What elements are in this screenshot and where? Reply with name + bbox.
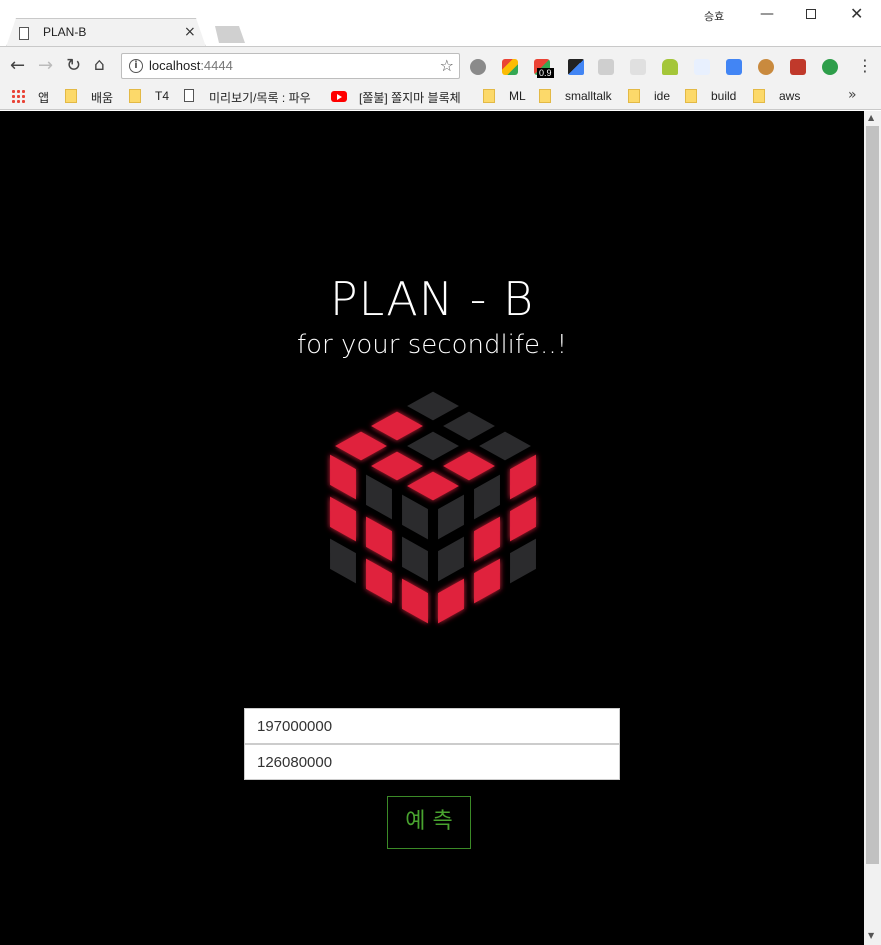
bookmark-folder[interactable]: T4 (155, 89, 169, 103)
cube-tile-lit (335, 431, 387, 461)
bookmark-page[interactable]: 미리보기/목록 : 파우 (209, 89, 321, 106)
bookmark-folder[interactable]: ML (509, 89, 526, 103)
bookmark-folder[interactable]: aws (779, 89, 800, 103)
cube-tile (366, 474, 392, 520)
screen-extension-icon[interactable] (630, 59, 646, 75)
folder-icon (65, 89, 77, 103)
new-tab-button[interactable] (215, 26, 245, 43)
bookmarks-overflow-icon[interactable]: » (848, 87, 857, 103)
cube-tile-lit (402, 578, 428, 624)
bookmark-folder[interactable]: ide (654, 89, 670, 103)
apps-icon[interactable] (11, 89, 25, 103)
folder-icon (483, 89, 495, 103)
page-icon (19, 27, 29, 40)
browser-tab[interactable] (6, 18, 206, 47)
menu-icon[interactable]: ⋮ (857, 56, 873, 75)
folder-icon (539, 89, 551, 103)
cube-tile (407, 431, 459, 461)
folder-icon (129, 89, 141, 103)
cube-tile-lit (510, 454, 536, 500)
doc-extension-icon[interactable] (694, 59, 710, 75)
forward-icon[interactable]: → (38, 55, 53, 76)
cube-tile-lit (407, 471, 459, 501)
title-bar: PLAN-B × 승효 — ✕ (0, 0, 881, 47)
translate-extension-icon[interactable] (726, 59, 742, 75)
cube-tile (474, 474, 500, 520)
cube-tile-lit (330, 496, 356, 542)
folder-icon (628, 89, 640, 103)
profile-button[interactable]: 승효 (704, 8, 724, 24)
cube-tile-lit (366, 558, 392, 604)
cube-tile-lit (371, 451, 423, 481)
back-icon[interactable]: ← (10, 55, 25, 76)
bookmark-folder[interactable]: build (711, 89, 736, 103)
globe-extension-icon[interactable] (822, 59, 838, 75)
scrollbar-thumb[interactable] (866, 126, 879, 864)
address-bar[interactable]: i localhost:4444 ☆ (121, 53, 460, 79)
settings-extension-icon[interactable] (470, 59, 486, 75)
predict-button[interactable]: 예 측 (387, 796, 471, 849)
window-close-icon[interactable]: ✕ (850, 4, 863, 23)
cube-tile (330, 538, 356, 584)
number-input-2[interactable] (244, 744, 620, 780)
cube-tile-lit (371, 411, 423, 441)
cube-tile (402, 536, 428, 582)
scroll-down-icon[interactable]: ▼ (868, 931, 874, 940)
cube-tile (407, 391, 459, 421)
color-extension-icon[interactable] (502, 59, 518, 75)
number-input-1[interactable] (244, 708, 620, 744)
bookmark-apps[interactable]: 앱 (38, 89, 49, 106)
cube-tile (510, 538, 536, 584)
scroll-up-icon[interactable]: ▲ (868, 113, 874, 122)
page-icon (184, 89, 194, 102)
ex-extension-icon[interactable] (598, 59, 614, 75)
cube-tile-lit (510, 496, 536, 542)
cube-tile (402, 494, 428, 540)
android-extension-icon[interactable] (662, 59, 678, 75)
browser-toolbar: ← → ↻ ⌂ i localhost:4444 ☆ 0.9 ⋮ (0, 46, 881, 84)
maximize-icon[interactable] (806, 9, 816, 19)
bookmark-folder[interactable]: 배움 (91, 89, 113, 106)
minimize-icon[interactable]: — (760, 6, 774, 22)
cookie-extension-icon[interactable] (758, 59, 774, 75)
browser-window: PLAN-B × 승효 — ✕ ← → ↻ ⌂ i localhost:4444… (0, 0, 881, 945)
page-title: PLAN - B (329, 272, 535, 326)
folder-icon (753, 89, 765, 103)
folder-icon (685, 89, 697, 103)
cube-tile (438, 494, 464, 540)
extension-badge: 0.9 (537, 68, 554, 78)
cube-tile-lit (438, 578, 464, 624)
reload-icon[interactable]: ↻ (66, 55, 81, 76)
page-subtitle: for your secondlife..! (296, 330, 568, 360)
cube-logo (330, 391, 536, 624)
bookmarks-bar: 앱 배움 T4 미리보기/목록 : 파우 [쫄불] 쫄지마 블록체 ML sma… (0, 84, 881, 110)
bookmark-folder[interactable]: smalltalk (565, 89, 612, 103)
cube-tile (438, 536, 464, 582)
info-icon[interactable]: i (129, 59, 143, 73)
book-extension-icon[interactable] (790, 59, 806, 75)
bookmark-star-icon[interactable]: ☆ (440, 56, 454, 75)
eyedropper-extension-icon[interactable] (568, 59, 584, 75)
cube-tile (443, 411, 495, 441)
url-text: localhost:4444 (149, 58, 233, 73)
bookmark-page[interactable]: [쫄불] 쫄지마 블록체 (359, 89, 467, 106)
cube-tile-lit (474, 516, 500, 562)
home-icon[interactable]: ⌂ (94, 55, 105, 75)
cube-tile-lit (443, 451, 495, 481)
youtube-icon (331, 91, 347, 102)
tab-title: PLAN-B (43, 25, 87, 39)
cube-tile-lit (474, 558, 500, 604)
cube-tile (479, 431, 531, 461)
tab-close-icon[interactable]: × (184, 24, 196, 40)
cube-tile-lit (366, 516, 392, 562)
cube-tile-lit (330, 454, 356, 500)
